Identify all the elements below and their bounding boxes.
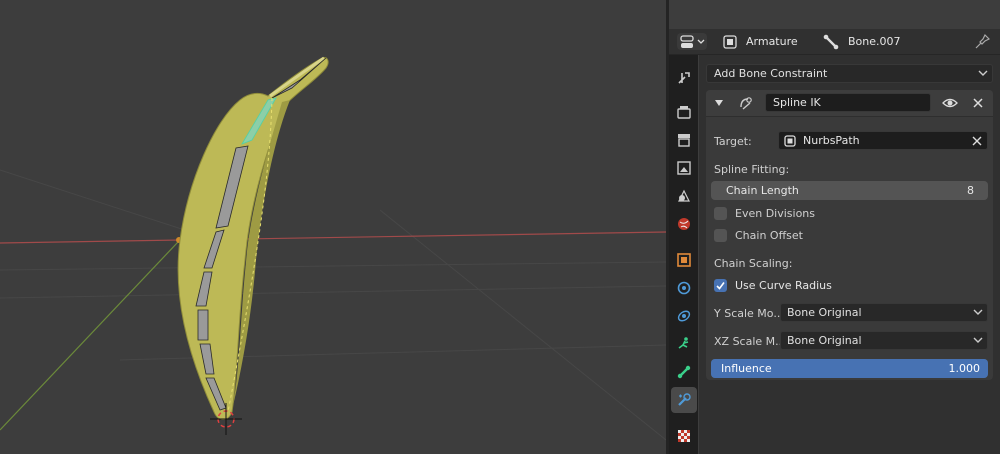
tab-modifier[interactable] (671, 275, 697, 301)
bone-icon (677, 365, 691, 379)
particles-icon (677, 310, 691, 322)
use-curve-radius-checkbox[interactable] (714, 279, 727, 292)
view-layer-icon (677, 161, 691, 175)
chain-offset-label: Chain Offset (735, 229, 803, 242)
properties-panel: Add Bone Constraint Spline IK Target: Nu… (699, 55, 1000, 454)
chevron-down-icon (978, 70, 988, 76)
tab-render[interactable] (671, 99, 697, 125)
y-axis-line (0, 241, 179, 431)
tab-physics[interactable] (671, 331, 697, 357)
viewport-scene (0, 56, 666, 441)
tool-icon (678, 72, 690, 84)
constraint-header: Spline IK (706, 90, 993, 117)
curve-object-icon (784, 135, 796, 147)
add-bone-constraint-dropdown[interactable]: Add Bone Constraint (706, 64, 993, 83)
chain-length-value: 8 (967, 184, 974, 197)
y-scale-mode-label: Y Scale Mo... (714, 307, 784, 320)
physics-icon (678, 337, 689, 349)
chain-scaling-label: Chain Scaling: (714, 257, 793, 270)
object-icon (677, 253, 691, 267)
object-name: Armature (746, 35, 798, 48)
bone-name: Bone.007 (848, 35, 901, 48)
properties-header: Armature Bone.007 (669, 29, 1000, 55)
use-curve-radius-label: Use Curve Radius (735, 279, 832, 292)
world-icon (678, 218, 690, 230)
tab-view-layer[interactable] (671, 155, 697, 181)
y-scale-mode-dropdown[interactable]: Bone Original (780, 303, 988, 322)
editor-type-button[interactable] (677, 33, 707, 50)
chevron-down-icon (973, 309, 983, 315)
clear-target-icon[interactable] (972, 136, 982, 146)
chain-length-field[interactable]: Chain Length 8 (711, 181, 988, 200)
armature-object-icon (723, 35, 737, 49)
spline-fitting-label: Spline Fitting: (714, 163, 790, 176)
influence-label: Influence (721, 362, 772, 375)
xz-scale-mode-label: XZ Scale M... (714, 335, 786, 348)
texture-icon (678, 430, 690, 442)
tab-tool[interactable] (671, 65, 697, 91)
tab-bone-constraint[interactable] (671, 387, 697, 413)
spline-ik-constraint-panel: Spline IK Target: NurbsPath Spline Fitti… (706, 90, 993, 380)
constraint-name: Spline IK (773, 96, 821, 109)
chain-length-label: Chain Length (726, 184, 799, 197)
tab-output[interactable] (671, 127, 697, 153)
grid-lines (0, 169, 666, 441)
even-divisions-checkbox[interactable] (714, 207, 727, 220)
modifier-icon (677, 281, 691, 295)
tab-particles[interactable] (671, 303, 697, 329)
scene-icon (678, 189, 690, 202)
xz-scale-mode-dropdown[interactable]: Bone Original (780, 331, 988, 350)
collapse-triangle-icon[interactable] (714, 98, 724, 108)
render-icon (677, 106, 691, 119)
tab-object[interactable] (671, 247, 697, 273)
close-icon[interactable] (972, 97, 984, 109)
xz-scale-mode-value: Bone Original (787, 334, 862, 347)
properties-top-strip (669, 0, 1000, 29)
eye-icon[interactable] (942, 96, 958, 110)
spline-ik-icon (740, 97, 752, 110)
properties-tabs (669, 55, 698, 454)
tab-world[interactable] (671, 211, 697, 237)
output-icon (678, 134, 690, 147)
y-scale-mode-value: Bone Original (787, 306, 862, 319)
checkmark-icon (716, 282, 725, 290)
x-axis-line (0, 231, 666, 244)
tab-bone[interactable] (671, 359, 697, 385)
tab-texture[interactable] (671, 423, 697, 449)
chain-offset-checkbox[interactable] (714, 229, 727, 242)
tab-scene[interactable] (671, 183, 697, 209)
banana-mesh (177, 56, 329, 420)
bone-icon (823, 34, 839, 50)
target-field[interactable]: NurbsPath (778, 131, 988, 150)
target-label: Target: (714, 135, 752, 148)
influence-slider[interactable]: Influence 1.000 (711, 359, 988, 378)
3d-viewport[interactable] (0, 0, 666, 454)
pin-icon[interactable] (975, 34, 990, 49)
target-value: NurbsPath (803, 134, 860, 147)
constraint-name-field[interactable]: Spline IK (765, 93, 931, 112)
properties-editor-icon (680, 35, 705, 48)
chevron-down-icon (973, 337, 983, 343)
influence-value: 1.000 (948, 362, 981, 375)
even-divisions-label: Even Divisions (735, 207, 816, 220)
bone-constraint-icon (678, 393, 691, 406)
add-bone-constraint-label: Add Bone Constraint (714, 67, 828, 80)
